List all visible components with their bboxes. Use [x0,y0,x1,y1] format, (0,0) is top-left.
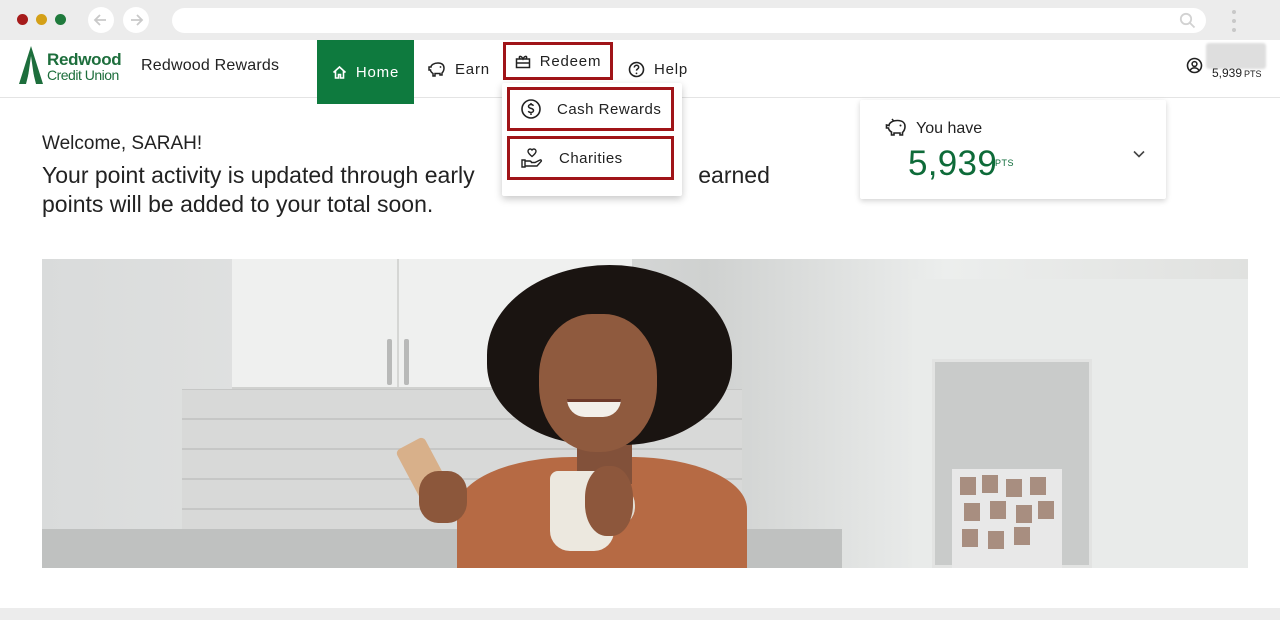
window-close-button[interactable] [17,14,28,25]
piggy-bank-icon [885,118,907,143]
back-button[interactable] [88,7,114,33]
question-circle-icon [628,61,645,78]
arrow-left-icon [93,14,106,26]
hand-heart-icon [520,147,544,169]
nav-home-label: Home [355,63,400,81]
nav-earn[interactable]: Earn [428,40,490,98]
dollar-circle-icon [520,98,542,120]
redeem-dropdown-menu: Cash Rewards Charities [502,83,682,196]
address-bar[interactable] [172,8,1206,33]
points-card-value: 5,939 [908,144,998,183]
home-icon [332,65,347,80]
chevron-down-icon[interactable] [1132,146,1146,164]
menu-item-charities-label: Charities [559,149,623,167]
user-circle-icon[interactable] [1186,57,1203,79]
redwood-tree-logo-icon [19,46,43,84]
points-card-label: You have [916,120,983,137]
menu-item-charities[interactable]: Charities [507,136,674,180]
window-minimize-button[interactable] [36,14,47,25]
forward-button[interactable] [123,7,149,33]
nav-home[interactable]: Home [317,40,414,104]
site-brand[interactable]: Redwood Rewards [141,57,279,75]
logo[interactable]: Redwood Credit Union [18,46,128,86]
menu-item-cash-rewards-label: Cash Rewards [557,100,662,118]
welcome-heading: Welcome, SARAH! [42,133,203,154]
points-card-unit: PTS [995,158,1015,168]
account-points-value: 5,939 [1212,66,1243,80]
page: Redwood Credit Union Redwood Rewards Hom… [0,40,1280,608]
gift-box-icon [515,54,531,69]
arrow-right-icon [131,14,144,26]
account-points-unit: PTS [1244,69,1262,79]
piggy-bank-icon [428,61,446,77]
search-icon[interactable] [1179,12,1196,29]
browser-chrome [0,0,1280,40]
nav-redeem[interactable]: Redeem [503,42,613,80]
nav-help-label: Help [654,60,689,78]
points-balance-card[interactable]: You have 5,939 PTS [860,100,1166,199]
menu-item-cash-rewards[interactable]: Cash Rewards [507,87,674,131]
bottom-frame [0,608,1280,620]
browser-menu-button[interactable] [1229,8,1239,34]
logo-line-2: Credit Union [47,67,119,83]
window-maximize-button[interactable] [55,14,66,25]
account-points: 5,939 PTS [1212,66,1262,80]
nav-redeem-label: Redeem [539,52,602,70]
hero-image [42,259,1248,568]
nav-earn-label: Earn [455,60,490,78]
